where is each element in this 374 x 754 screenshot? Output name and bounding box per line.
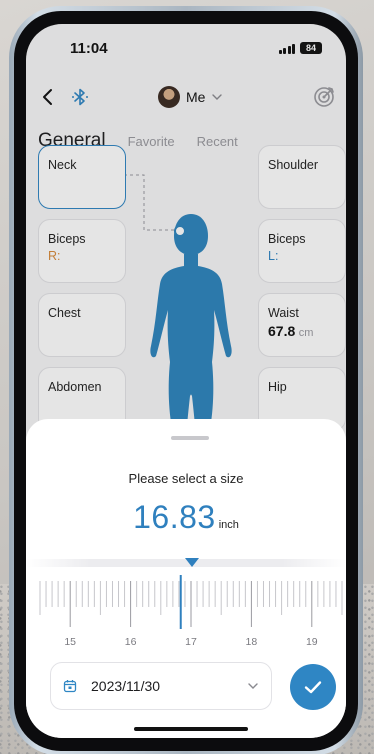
ruler-label: 16 <box>124 636 137 648</box>
ruler-label: 19 <box>305 636 318 648</box>
date-picker[interactable]: 2023/11/30 <box>50 662 272 710</box>
size-value: 16.83 <box>133 499 216 535</box>
size-ruler[interactable]: 15 16 17 18 19 <box>26 547 346 648</box>
ruler-label: 18 <box>245 636 258 648</box>
ruler-pointer-icon <box>185 558 199 567</box>
ruler-label: 17 <box>185 636 197 648</box>
confirm-button[interactable] <box>290 664 336 710</box>
calendar-icon <box>63 680 77 693</box>
check-icon <box>304 681 322 694</box>
sheet-title: Please select a size <box>128 471 244 486</box>
ruler-label: 15 <box>64 636 77 648</box>
phone-frame: 11:04 84 Me General Favorite Recent Neck… <box>9 6 363 754</box>
chevron-down-icon <box>248 683 258 689</box>
home-indicator <box>134 727 248 731</box>
app-screen: 11:04 84 Me General Favorite Recent Neck… <box>26 24 346 738</box>
sheet-grabber[interactable] <box>171 436 209 440</box>
size-unit: inch <box>218 519 239 531</box>
size-readout: 16.83 inch <box>26 499 346 536</box>
ruler-ticks <box>39 575 343 629</box>
size-picker-sheet: Please select a size 16.83 inch 15 16 17 18 1… <box>26 419 346 738</box>
phone-bezel: 11:04 84 Me General Favorite Recent Neck… <box>14 11 358 751</box>
date-value: 2023/11/30 <box>91 678 161 694</box>
